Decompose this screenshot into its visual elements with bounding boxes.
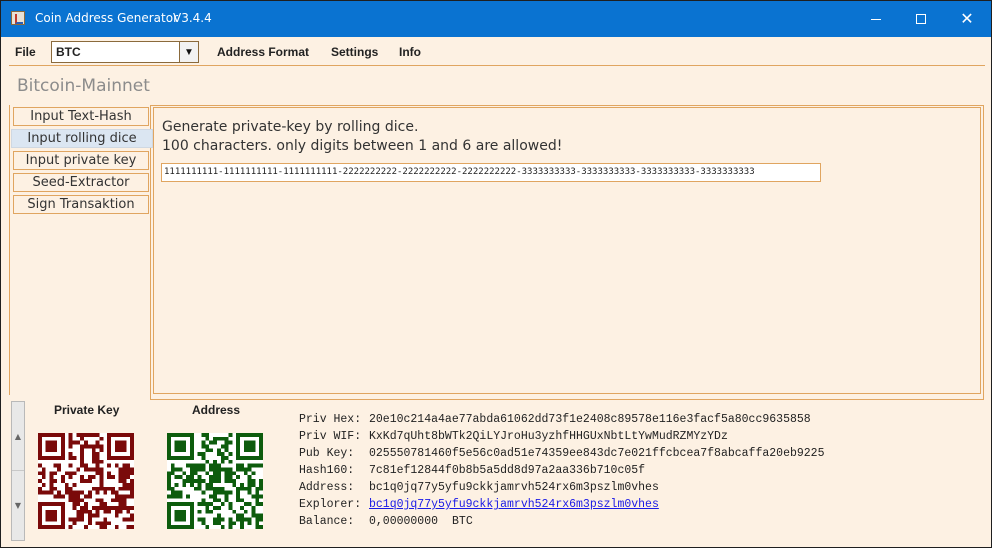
tab-input-private-key[interactable]: Input private key — [13, 151, 149, 170]
close-button[interactable]: ✕ — [944, 1, 990, 37]
maximize-button[interactable] — [898, 1, 944, 37]
info-row-priv-wif: Priv WIF: KxKd7qUht8bWTk2QiLYJroHu3yzhfHH… — [299, 428, 824, 445]
panel-description-line-2: 100 characters. only digits between 1 an… — [162, 138, 563, 154]
vertical-scrollbar[interactable]: ▲ ▼ — [11, 401, 25, 541]
key-info-block: Priv Hex: 20e10c214a4ae77abda61062dd73f1e… — [299, 411, 824, 530]
info-row-priv-hex: Priv Hex: 20e10c214a4ae77abda61062dd73f1e… — [299, 411, 824, 428]
menu-info[interactable]: Info — [399, 45, 421, 59]
network-label: Bitcoin-Mainnet — [17, 76, 150, 96]
chevron-down-icon[interactable]: ▼ — [179, 42, 198, 62]
menu-bar: File BTC ▼ Address Format Settings Info — [1, 37, 991, 65]
info-key: Address: — [299, 481, 355, 494]
scroll-down-icon[interactable]: ▼ — [12, 471, 24, 539]
info-key: Explorer: — [299, 498, 362, 511]
tab-input-text-hash[interactable]: Input Text-Hash — [13, 107, 149, 126]
window-title: Coin Address Generator — [35, 11, 179, 25]
info-row-address: Address: bc1q0jq77y5yfu9ckkjamrvh524rx6m3… — [299, 479, 824, 496]
minimize-icon — [871, 18, 881, 20]
dice-input-field[interactable]: 1111111111-1111111111-1111111111-2222222… — [161, 163, 821, 182]
info-value[interactable]: 20e10c214a4ae77abda61062dd73f1e2408c8957… — [369, 413, 811, 426]
balance-value: 0,00000000 — [369, 515, 439, 528]
info-value[interactable]: bc1q0jq77y5yfu9ckkjamrvh524rx6m3pszlm0vh… — [369, 481, 659, 494]
tab-strip-border — [9, 105, 10, 395]
info-row-explorer: Explorer: bc1q0jq77y5yfu9ckkjamrvh524rx6m… — [299, 496, 824, 513]
info-value[interactable]: KxKd7qUht8bWTk2QiLYJroHu3yzhfHHGUxNbtLtY… — [369, 430, 728, 443]
menu-settings[interactable]: Settings — [331, 45, 378, 59]
tab-sign-transaktion[interactable]: Sign Transaktion — [13, 195, 149, 214]
info-row-hash160: Hash160: 7c81ef12844f0b8b5a5dd8d97a2aa336… — [299, 462, 824, 479]
scroll-up-icon[interactable]: ▲ — [12, 402, 24, 471]
coin-select-value: BTC — [56, 45, 81, 59]
java-app-icon — [11, 11, 25, 25]
info-key: Balance: — [299, 515, 355, 528]
menu-file[interactable]: File — [15, 45, 36, 59]
info-key: Pub Key: — [299, 447, 355, 460]
info-key: Priv WIF: — [299, 430, 362, 443]
info-row-pub-key: Pub Key: 025550781460f5e56c0ad51e74359ee8… — [299, 445, 824, 462]
tab-input-rolling-dice[interactable]: Input rolling dice — [11, 129, 153, 148]
minimize-button[interactable] — [853, 1, 899, 37]
balance-unit: BTC — [452, 515, 473, 528]
coin-select[interactable]: BTC ▼ — [51, 41, 199, 63]
address-qr-label: Address — [192, 403, 241, 417]
close-icon: ✕ — [960, 9, 974, 28]
menu-address-format[interactable]: Address Format — [217, 45, 309, 59]
address-qr-code — [167, 433, 263, 529]
window-version: V3.4.4 — [173, 11, 212, 25]
tab-seed-extractor[interactable]: Seed-Extractor — [13, 173, 149, 192]
info-row-balance: Balance: 0,00000000 BTC — [299, 513, 824, 530]
panel-description-line-1: Generate private-key by rolling dice. — [162, 119, 419, 135]
info-value[interactable]: 025550781460f5e56c0ad51e74359ee843dc7e02… — [369, 447, 824, 460]
private-key-qr-label: Private Key — [54, 403, 120, 417]
explorer-link[interactable]: bc1q0jq77y5yfu9ckkjamrvh524rx6m3pszlm0vh… — [369, 498, 659, 511]
private-key-qr-code — [38, 433, 134, 529]
menu-divider — [9, 65, 985, 66]
info-key: Priv Hex: — [299, 413, 362, 426]
info-value[interactable]: 7c81ef12844f0b8b5a5dd8d97a2aa336b710c05f — [369, 464, 645, 477]
title-bar[interactable]: Coin Address Generator V3.4.4 ✕ — [1, 1, 991, 37]
maximize-icon — [916, 14, 926, 24]
info-key: Hash160: — [299, 464, 355, 477]
app-window: Coin Address Generator V3.4.4 ✕ File BTC… — [0, 0, 992, 548]
